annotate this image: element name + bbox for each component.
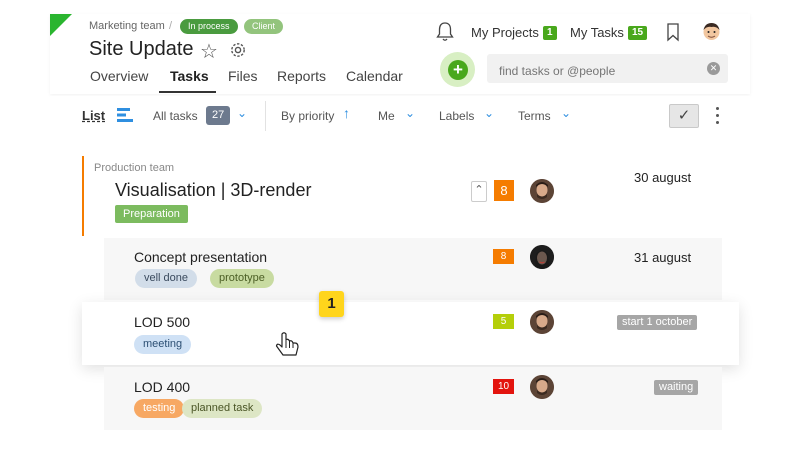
all-tasks-count: 27 bbox=[206, 106, 231, 125]
sort-ascending-arrow-icon[interactable]: ↑ bbox=[343, 105, 350, 121]
active-tab-underline bbox=[159, 91, 216, 93]
labels-filter[interactable]: Labels bbox=[439, 109, 474, 123]
terms-filter[interactable]: Terms bbox=[518, 109, 551, 123]
task-tag[interactable]: meeting bbox=[134, 335, 192, 354]
task-tag[interactable]: planned task bbox=[182, 399, 263, 418]
view-list-label[interactable]: List bbox=[82, 108, 105, 123]
group-priority-badge: 8 bbox=[494, 180, 514, 201]
sort-by-priority[interactable]: By priority bbox=[281, 109, 334, 123]
chevron-down-icon[interactable]: ⌄ bbox=[405, 106, 415, 120]
bell-icon[interactable] bbox=[435, 21, 455, 43]
star-icon[interactable]: ☆ bbox=[200, 39, 218, 64]
list-view-icon[interactable] bbox=[117, 108, 133, 122]
chevron-down-icon[interactable]: ⌄ bbox=[561, 106, 571, 120]
notification-badge: 1 bbox=[319, 291, 344, 317]
settings-gear-icon[interactable] bbox=[229, 41, 247, 59]
group-team-label: Production team bbox=[94, 162, 175, 174]
toolbar-divider bbox=[265, 101, 266, 131]
tab-tasks[interactable]: Tasks bbox=[170, 68, 209, 84]
tab-files[interactable]: Files bbox=[228, 68, 258, 84]
assignee-avatar[interactable] bbox=[530, 245, 554, 269]
task-tag[interactable]: prototype bbox=[210, 269, 274, 288]
assignee-avatar[interactable] bbox=[530, 375, 554, 399]
group-tag[interactable]: Preparation bbox=[115, 205, 188, 223]
tab-overview[interactable]: Overview bbox=[90, 68, 148, 84]
priority-badge: 8 bbox=[493, 249, 514, 264]
task-title[interactable]: LOD 400 bbox=[134, 379, 190, 395]
task-title[interactable]: Concept presentation bbox=[134, 249, 267, 265]
task-row[interactable] bbox=[104, 238, 722, 300]
more-options-icon[interactable] bbox=[716, 107, 719, 125]
group-title[interactable]: Visualisation | 3D-render bbox=[115, 180, 311, 201]
tab-calendar[interactable]: Calendar bbox=[346, 68, 403, 84]
task-row-hovered[interactable] bbox=[82, 302, 739, 365]
task-due-date: 31 august bbox=[634, 250, 692, 265]
corner-flag bbox=[50, 14, 72, 36]
task-tag[interactable]: testing bbox=[134, 399, 185, 418]
my-projects-link[interactable]: My Projects bbox=[471, 25, 539, 40]
task-status-badge: waiting bbox=[654, 380, 699, 395]
page-title: Site Update bbox=[89, 38, 194, 60]
task-title[interactable]: LOD 500 bbox=[134, 314, 190, 330]
group-accent-bar bbox=[82, 156, 84, 236]
hand-pointer-cursor-icon bbox=[275, 332, 299, 356]
clear-search-icon[interactable]: ✕ bbox=[707, 62, 720, 75]
priority-badge: 5 bbox=[493, 314, 514, 329]
assignee-avatar[interactable] bbox=[530, 179, 554, 203]
add-plus-icon[interactable]: + bbox=[448, 60, 468, 80]
assignee-filter[interactable]: Me bbox=[378, 109, 395, 123]
chevron-down-icon[interactable]: ⌄ bbox=[237, 106, 247, 120]
breadcrumb-separator: / bbox=[169, 20, 173, 32]
my-projects-count: 1 bbox=[543, 26, 557, 40]
status-pill[interactable]: In process bbox=[180, 19, 238, 34]
chevron-down-icon[interactable]: ⌄ bbox=[484, 106, 494, 120]
collapse-chevron-icon[interactable]: ⌃ bbox=[471, 181, 487, 202]
search-input[interactable] bbox=[497, 62, 696, 80]
task-tag[interactable]: vell done bbox=[135, 269, 198, 288]
client-pill[interactable]: Client bbox=[244, 19, 284, 34]
bookmark-icon[interactable] bbox=[665, 22, 681, 42]
priority-badge: 10 bbox=[493, 379, 514, 394]
my-tasks-count: 15 bbox=[628, 26, 648, 40]
user-avatar[interactable] bbox=[700, 20, 723, 43]
task-start-badge: start 1 october bbox=[617, 315, 698, 330]
tab-reports[interactable]: Reports bbox=[277, 68, 326, 84]
assignee-avatar[interactable] bbox=[530, 310, 554, 334]
checkmark-toggle-icon[interactable]: ✓ bbox=[669, 104, 699, 128]
breadcrumb-team[interactable]: Marketing team bbox=[89, 20, 165, 32]
my-tasks-link[interactable]: My Tasks bbox=[570, 25, 624, 40]
all-tasks-filter[interactable]: All tasks bbox=[153, 109, 198, 123]
group-due-date: 30 august bbox=[634, 170, 692, 185]
